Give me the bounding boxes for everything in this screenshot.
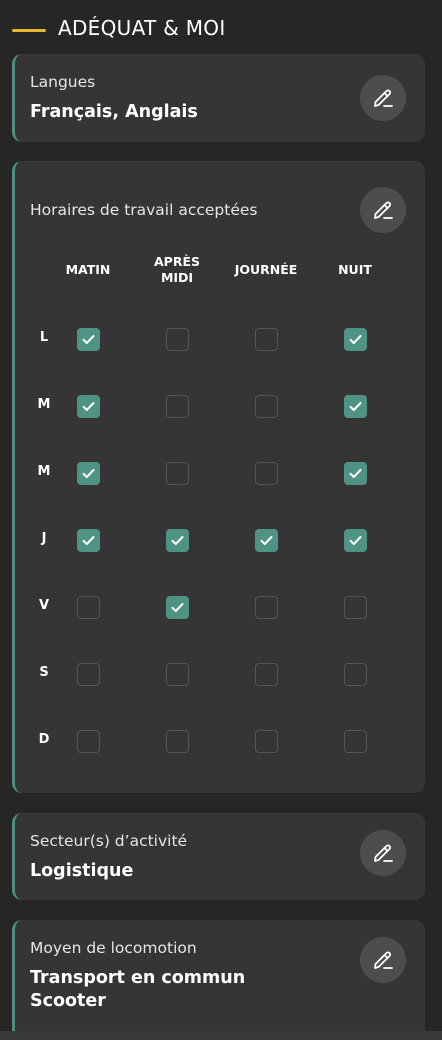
- schedule-checkbox[interactable]: [343, 394, 367, 418]
- edit-sector-button[interactable]: [360, 830, 406, 876]
- pencil-icon: [374, 89, 393, 107]
- schedule-checkbox[interactable]: [254, 729, 278, 753]
- schedule-checkbox[interactable]: [76, 662, 100, 686]
- schedule-checkbox[interactable]: [254, 394, 278, 418]
- schedule-checkbox[interactable]: [165, 394, 189, 418]
- schedule-checkbox[interactable]: [76, 327, 100, 351]
- schedule-checkbox[interactable]: [254, 528, 278, 552]
- checkmark-icon: [349, 401, 361, 411]
- checkmark-icon: [82, 468, 94, 478]
- sector-label: Secteur(s) d’activité: [30, 832, 188, 850]
- schedule-checkbox[interactable]: [254, 327, 278, 351]
- column-header: MATIN: [65, 262, 111, 277]
- column-header: JOURNÉE: [234, 262, 298, 277]
- day-label: M: [37, 464, 51, 479]
- transport-card: Moyen de locomotion Transport en commun …: [12, 920, 425, 1031]
- languages-card: Langues Français, Anglais: [12, 54, 425, 142]
- checkmark-icon: [82, 334, 94, 344]
- checkmark-icon: [171, 535, 183, 545]
- work-schedule-label: Horaires de travail acceptées: [30, 201, 258, 219]
- day-label: L: [39, 330, 49, 345]
- column-header: APRÈS MIDI: [153, 254, 200, 285]
- pencil-icon: [374, 844, 393, 862]
- sector-card: Secteur(s) d’activité Logistique: [12, 813, 425, 900]
- day-label: D: [38, 732, 50, 747]
- schedule-checkbox[interactable]: [76, 729, 100, 753]
- section-header: ADÉQUAT & MOI: [12, 14, 226, 42]
- schedule-checkbox[interactable]: [165, 729, 189, 753]
- transport-value: Scooter: [30, 991, 106, 1011]
- bottom-bar: [0, 1031, 442, 1040]
- schedule-checkbox[interactable]: [165, 595, 189, 619]
- checkmark-icon: [260, 535, 272, 545]
- schedule-checkbox[interactable]: [254, 595, 278, 619]
- header-accent-bar: [12, 28, 46, 32]
- transport-value: Transport en commun: [30, 968, 246, 988]
- schedule-checkbox[interactable]: [165, 461, 189, 485]
- languages-value: Français, Anglais: [30, 102, 198, 122]
- schedule-checkbox[interactable]: [165, 528, 189, 552]
- day-label: J: [41, 531, 47, 546]
- schedule-checkbox[interactable]: [254, 662, 278, 686]
- checkmark-icon: [349, 535, 361, 545]
- edit-languages-button[interactable]: [360, 75, 406, 121]
- day-label: M: [37, 397, 51, 412]
- schedule-checkbox[interactable]: [343, 729, 367, 753]
- day-label: S: [39, 665, 49, 680]
- schedule-checkbox[interactable]: [343, 528, 367, 552]
- checkmark-icon: [82, 535, 94, 545]
- transport-label: Moyen de locomotion: [30, 939, 197, 957]
- schedule-checkbox[interactable]: [76, 394, 100, 418]
- schedule-checkbox[interactable]: [76, 528, 100, 552]
- schedule-checkbox[interactable]: [343, 595, 367, 619]
- schedule-checkbox[interactable]: [165, 327, 189, 351]
- section-title: ADÉQUAT & MOI: [58, 16, 226, 40]
- schedule-checkbox[interactable]: [165, 662, 189, 686]
- pencil-icon: [374, 201, 393, 219]
- schedule-checkbox[interactable]: [343, 327, 367, 351]
- edit-transport-button[interactable]: [360, 937, 406, 983]
- schedule-checkbox[interactable]: [76, 461, 100, 485]
- schedule-checkbox[interactable]: [254, 461, 278, 485]
- pencil-icon: [374, 951, 393, 969]
- checkmark-icon: [349, 334, 361, 344]
- column-header: NUIT: [338, 262, 372, 277]
- work-schedule-card: Horaires de travail acceptées MATIN APRÈS…: [12, 161, 425, 793]
- checkmark-icon: [82, 401, 94, 411]
- edit-schedule-button[interactable]: [360, 187, 406, 233]
- schedule-checkbox[interactable]: [76, 595, 100, 619]
- checkmark-icon: [171, 602, 183, 612]
- checkmark-icon: [349, 468, 361, 478]
- schedule-checkbox[interactable]: [343, 461, 367, 485]
- day-label: V: [38, 598, 50, 613]
- sector-value: Logistique: [30, 861, 134, 881]
- languages-label: Langues: [30, 73, 96, 91]
- schedule-checkbox[interactable]: [343, 662, 367, 686]
